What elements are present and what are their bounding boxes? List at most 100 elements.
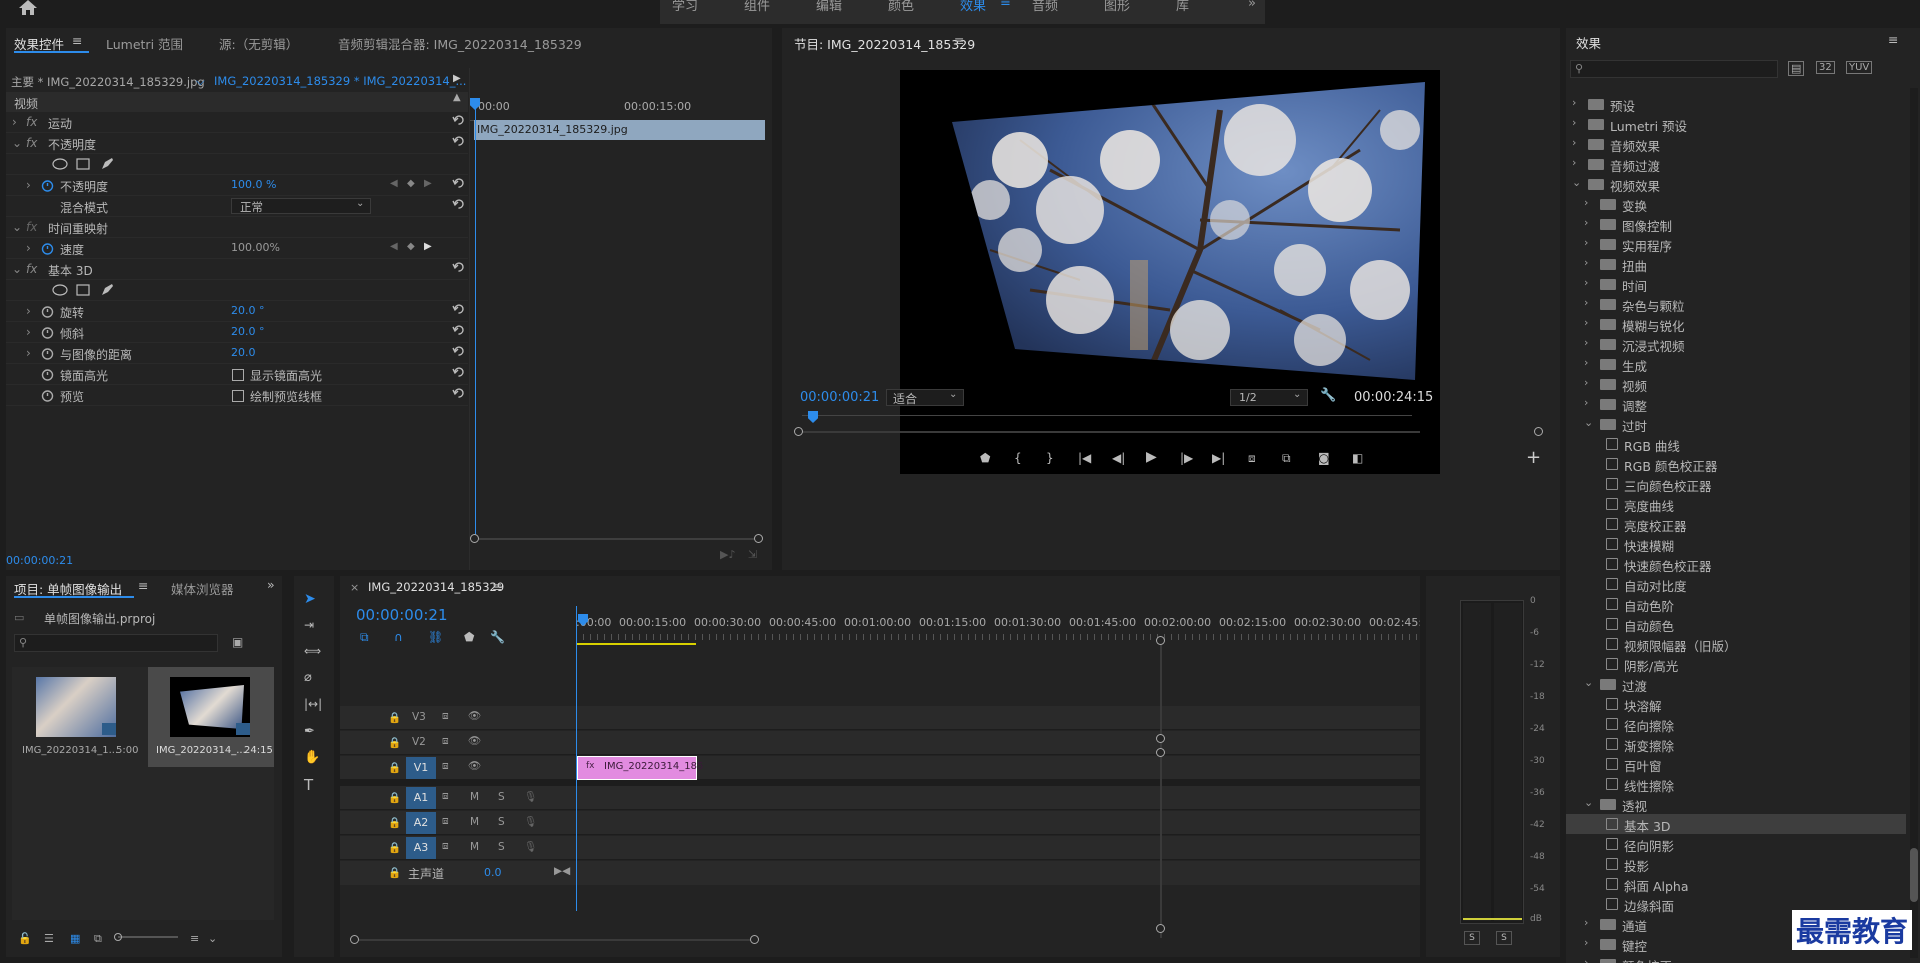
- eye-icon[interactable]: 👁: [468, 759, 481, 772]
- rotation-value[interactable]: 20.0 °: [231, 304, 265, 317]
- ripple-edit-tool-icon[interactable]: ⟺: [304, 644, 321, 658]
- chevron-right-icon[interactable]: ›: [1584, 936, 1588, 949]
- workspace-effects[interactable]: 效果: [960, 0, 986, 14]
- effects-folder[interactable]: ⌄ 过渡: [1566, 674, 1906, 694]
- mute-button[interactable]: M: [470, 841, 479, 853]
- scrubber[interactable]: [802, 411, 1412, 425]
- effects-item[interactable]: RGB 颜色校正器: [1566, 454, 1906, 474]
- reset-icon[interactable]: [452, 135, 465, 148]
- yuv-effects-icon[interactable]: YUV: [1846, 61, 1873, 74]
- effects-item[interactable]: 块溶解: [1566, 694, 1906, 714]
- chevron-right-icon[interactable]: ›: [1572, 96, 1576, 109]
- chevron-right-icon[interactable]: ›: [1584, 196, 1588, 209]
- zoom-handle-right[interactable]: [754, 534, 763, 543]
- camera-icon[interactable]: ◙: [1318, 451, 1330, 465]
- mark-out-icon[interactable]: }: [1046, 451, 1054, 465]
- mute-button[interactable]: M: [470, 791, 479, 803]
- lock-icon[interactable]: 🔒: [388, 761, 401, 774]
- timeline-clip[interactable]: fx IMG_20220314_185: [577, 756, 703, 780]
- effects-item[interactable]: 渐变擦除: [1566, 734, 1906, 754]
- chevron-right-icon[interactable]: ›: [1584, 376, 1588, 389]
- zoom-scroll[interactable]: [474, 538, 758, 540]
- step-back-icon[interactable]: ◀|: [1112, 451, 1125, 465]
- wrench-icon[interactable]: 🔧: [1320, 388, 1336, 403]
- track-a2[interactable]: 🔒 A2 ⧈ M S 🎙: [340, 811, 1420, 835]
- chevron-right-icon[interactable]: ›: [1584, 336, 1588, 349]
- linked-selection-icon[interactable]: ⛓: [428, 630, 443, 644]
- chevron-right-icon[interactable]: ›: [1584, 356, 1588, 369]
- playhead-icon[interactable]: [808, 411, 818, 423]
- reset-icon[interactable]: [452, 387, 465, 400]
- effects-folder[interactable]: › 沉浸式视频: [1566, 334, 1906, 354]
- scroll-handle[interactable]: [1156, 734, 1165, 743]
- scroll-handle[interactable]: [750, 935, 759, 944]
- workspace-libraries[interactable]: 库: [1176, 0, 1189, 14]
- chevron-right-icon[interactable]: ›: [1584, 276, 1588, 289]
- workspace-color[interactable]: 颜色: [888, 0, 914, 14]
- more-chevron-icon[interactable]: »: [267, 577, 275, 592]
- icon-view-icon[interactable]: ▦: [70, 932, 80, 945]
- more-chevron-icon[interactable]: »: [1248, 0, 1256, 11]
- effects-item[interactable]: 亮度曲线: [1566, 494, 1906, 514]
- mark-in-icon[interactable]: {: [1014, 451, 1022, 465]
- panel-menu-icon[interactable]: ≡: [138, 578, 148, 593]
- stopwatch-icon[interactable]: [41, 326, 54, 339]
- freeform-view-icon[interactable]: ⧉: [94, 932, 102, 946]
- vertical-scrollbar[interactable]: [1160, 638, 1162, 938]
- sync-icon[interactable]: ⧈: [442, 710, 449, 723]
- effects-item[interactable]: 快速模糊: [1566, 534, 1906, 554]
- stopwatch-icon[interactable]: [41, 389, 54, 402]
- play-audio-icon[interactable]: ▶♪: [720, 548, 735, 561]
- effects-folder[interactable]: › 音频过渡: [1566, 154, 1906, 174]
- effects-item[interactable]: RGB 曲线: [1566, 434, 1906, 454]
- chevron-right-icon[interactable]: ›: [1572, 116, 1576, 129]
- effects-item[interactable]: 自动对比度: [1566, 574, 1906, 594]
- solo-button[interactable]: S: [498, 791, 505, 803]
- project-search-input[interactable]: ⚲: [14, 634, 218, 652]
- workspace-editing[interactable]: 编辑: [816, 0, 842, 14]
- horizontal-scrollbar[interactable]: [354, 939, 754, 941]
- close-icon[interactable]: ×: [350, 581, 359, 594]
- pen-mask-icon[interactable]: [100, 283, 114, 297]
- pen-mask-icon[interactable]: [100, 157, 114, 171]
- lift-icon[interactable]: ⧈: [1248, 451, 1256, 466]
- chevron-down-icon[interactable]: ⌄: [1572, 176, 1581, 189]
- effects-item[interactable]: 阴影/高光: [1566, 654, 1906, 674]
- zoom-handle-left[interactable]: [470, 534, 479, 543]
- reset-icon[interactable]: [452, 366, 465, 379]
- sync-icon[interactable]: ⧈: [442, 790, 449, 803]
- next-keyframe-icon[interactable]: ▶: [424, 178, 432, 189]
- hand-tool-icon[interactable]: ✋: [304, 750, 320, 765]
- stopwatch-icon[interactable]: [41, 305, 54, 318]
- mini-clip-bar[interactable]: IMG_20220314_185329.jpg: [474, 120, 765, 140]
- sync-icon[interactable]: ⧈: [442, 760, 449, 773]
- effects-folder[interactable]: › 图像控制: [1566, 214, 1906, 234]
- effects-item[interactable]: 斜面 Alpha: [1566, 874, 1906, 894]
- distance-value[interactable]: 20.0: [231, 346, 256, 359]
- sequence-tab[interactable]: IMG_20220314_185329: [368, 580, 504, 594]
- reset-icon[interactable]: [452, 177, 465, 190]
- zoom-slider-handle[interactable]: [114, 933, 122, 941]
- reset-icon[interactable]: [452, 114, 465, 127]
- clip-selector[interactable]: IMG_20220314_185329 * IMG_20220314_...: [214, 74, 466, 88]
- add-marker-icon[interactable]: ⬟: [464, 630, 474, 644]
- speed-value[interactable]: 100.00%: [231, 241, 280, 254]
- sync-icon[interactable]: ⧈: [442, 840, 449, 853]
- effects-folder[interactable]: › 杂色与颗粒: [1566, 294, 1906, 314]
- panel-menu-icon[interactable]: ≡: [492, 579, 502, 594]
- effects-folder[interactable]: › 调整: [1566, 394, 1906, 414]
- rectangle-mask-icon[interactable]: [76, 284, 90, 296]
- preview-checkbox[interactable]: [232, 390, 244, 402]
- chevron-right-icon[interactable]: ›: [1584, 956, 1588, 963]
- stopwatch-icon[interactable]: [41, 242, 54, 255]
- effects-item[interactable]: 径向阴影: [1566, 834, 1906, 854]
- effects-item[interactable]: 视频限幅器（旧版）: [1566, 634, 1906, 654]
- blend-mode-dropdown[interactable]: 正常 ⌄: [231, 198, 371, 214]
- mic-icon[interactable]: 🎙: [524, 840, 537, 853]
- resolution-dropdown[interactable]: 1/2 ⌄: [1230, 389, 1308, 406]
- type-tool-icon[interactable]: T: [304, 776, 313, 794]
- chevron-down-icon[interactable]: ⌄: [12, 262, 22, 276]
- chevron-right-icon[interactable]: ›: [1584, 396, 1588, 409]
- project-item[interactable]: IMG_20220314_1... 5:00: [20, 671, 138, 767]
- play-triangle-icon[interactable]: ▶: [453, 73, 461, 84]
